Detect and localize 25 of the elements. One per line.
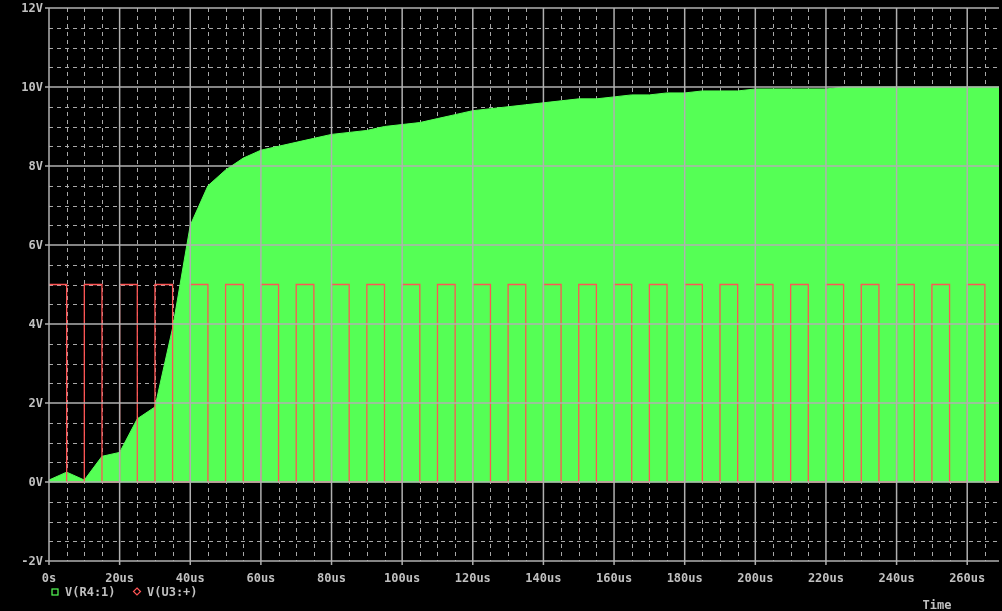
x-axis-label: 120us [454, 571, 491, 585]
x-axis-label: 0s [41, 571, 57, 585]
x-axis-label: 180us [666, 571, 703, 585]
y-axis-label: 2V [28, 396, 43, 410]
y-axis-label: 0V [28, 475, 43, 489]
y-axis-label: 4V [28, 317, 43, 331]
x-axis-label: 260us [949, 571, 986, 585]
x-axis-label: 40us [175, 571, 205, 585]
y-axis-label: 8V [28, 159, 43, 173]
x-axis-label: 60us [246, 571, 276, 585]
x-axis-title: Time [922, 598, 952, 611]
x-axis-label: 160us [596, 571, 633, 585]
y-axis-label: 12V [21, 1, 43, 15]
legend-label: V(U3:+) [147, 585, 198, 599]
y-axis-label: 6V [28, 238, 43, 252]
x-axis-label: 80us [317, 571, 346, 585]
x-axis-label: 140us [525, 571, 562, 585]
x-axis-label: 200us [737, 571, 774, 585]
x-axis-label: 220us [807, 571, 844, 585]
x-axis-label: 240us [878, 571, 915, 585]
legend-label: V(R4:1) [65, 585, 116, 599]
x-axis-label: 20us [105, 571, 135, 585]
y-axis-label: 10V [21, 80, 43, 94]
x-axis-label: 100us [384, 571, 421, 585]
y-axis-label: -2V [21, 554, 43, 568]
